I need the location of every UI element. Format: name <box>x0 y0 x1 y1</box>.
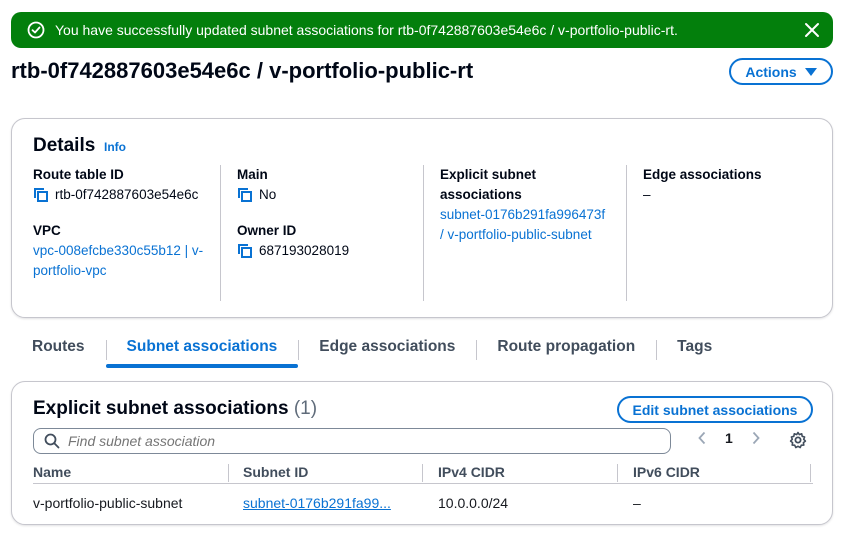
chevron-right-icon[interactable] <box>751 431 761 445</box>
column-header-ipv4-cidr[interactable]: IPv4 CIDR <box>438 462 505 482</box>
column-divider[interactable] <box>422 464 423 482</box>
details-panel: Details Info Route table ID rtb-0f742887… <box>11 118 833 318</box>
check-circle-icon <box>27 21 45 39</box>
copy-icon[interactable] <box>237 243 253 259</box>
route-table-id-label: Route table ID <box>33 167 124 182</box>
search-input[interactable] <box>68 433 628 449</box>
main-label: Main <box>237 167 268 182</box>
actions-button[interactable]: Actions <box>729 58 833 85</box>
column-header-subnet-id[interactable]: Subnet ID <box>243 462 308 482</box>
gear-icon[interactable] <box>789 431 807 449</box>
vpc-link[interactable]: vpc-008efcbe330c55b12 | v-portfolio-vpc <box>33 241 205 281</box>
pagination: 1 <box>697 430 761 446</box>
actions-button-label: Actions <box>745 63 797 80</box>
edit-subnet-associations-button[interactable]: Edit subnet associations <box>617 396 813 423</box>
details-column-2: Main No Owner ID 687193028019 <box>220 165 415 301</box>
route-table-id-value: rtb-0f742887603e54e6c <box>55 187 199 202</box>
explicit-subnet-label: Explicit subnet associations <box>440 167 537 202</box>
chevron-left-icon[interactable] <box>697 431 707 445</box>
copy-icon[interactable] <box>33 187 49 203</box>
table-title-text: Explicit subnet associations <box>33 398 289 419</box>
main-value: No <box>259 187 277 202</box>
column-label: Name <box>33 464 72 480</box>
table-count: (1) <box>293 398 318 419</box>
column-divider[interactable] <box>810 464 811 482</box>
edge-associations-label: Edge associations <box>643 167 762 182</box>
page-number[interactable]: 1 <box>725 430 733 446</box>
explicit-subnet-link[interactable]: subnet-0176b291fa996473f / v-portfolio-p… <box>440 205 610 245</box>
tab-edge-associations[interactable]: Edge associations <box>298 338 476 368</box>
copy-icon[interactable] <box>237 187 253 203</box>
explicit-subnet-associations-panel: Explicit subnet associations (1) Edit su… <box>11 381 833 525</box>
tab-bar: Routes Subnet associations Edge associat… <box>11 338 833 368</box>
column-label: Subnet ID <box>243 464 309 480</box>
tab-subnet-associations[interactable]: Subnet associations <box>105 338 299 368</box>
table-row: v-portfolio-public-subnet subnet-0176b29… <box>33 492 813 516</box>
column-divider[interactable] <box>228 464 229 482</box>
vpc-label: VPC <box>33 223 61 238</box>
info-link[interactable]: Info <box>104 140 126 154</box>
cell-name: v-portfolio-public-subnet <box>33 495 183 511</box>
page-title: rtb-0f742887603e54e6c / v-portfolio-publ… <box>11 58 474 83</box>
tab-route-propagation[interactable]: Route propagation <box>476 338 656 368</box>
flash-message: You have successfully updated subnet ass… <box>55 22 678 38</box>
owner-id-label: Owner ID <box>237 223 297 238</box>
edge-associations-value: – <box>643 187 651 202</box>
cell-ipv6-cidr: – <box>633 495 641 511</box>
details-column-1: Route table ID rtb-0f742887603e54e6c VPC… <box>33 165 228 301</box>
tab-routes[interactable]: Routes <box>11 338 106 368</box>
table-header: Name Subnet ID IPv4 CIDR IPv6 CIDR <box>33 462 813 484</box>
owner-id-value: 687193028019 <box>259 243 350 258</box>
details-column-3: Explicit subnet associations subnet-0176… <box>423 165 618 301</box>
column-label: IPv4 CIDR <box>438 464 505 480</box>
search-icon <box>44 433 60 449</box>
details-column-4: Edge associations – <box>626 165 821 301</box>
tab-tags[interactable]: Tags <box>656 338 733 368</box>
caret-down-icon <box>804 67 817 76</box>
table-title: Explicit subnet associations (1) <box>33 398 317 420</box>
cell-subnet-id-link[interactable]: subnet-0176b291fa99... <box>243 495 391 511</box>
column-label: IPv6 CIDR <box>633 464 700 480</box>
column-divider[interactable] <box>617 464 618 482</box>
success-flash-banner: You have successfully updated subnet ass… <box>11 12 833 48</box>
details-title: Details <box>33 135 96 156</box>
close-icon[interactable] <box>803 21 821 39</box>
column-header-name[interactable]: Name <box>33 462 71 482</box>
column-header-ipv6-cidr[interactable]: IPv6 CIDR <box>633 462 700 482</box>
cell-ipv4-cidr: 10.0.0.0/24 <box>438 495 509 511</box>
search-box <box>33 428 671 454</box>
